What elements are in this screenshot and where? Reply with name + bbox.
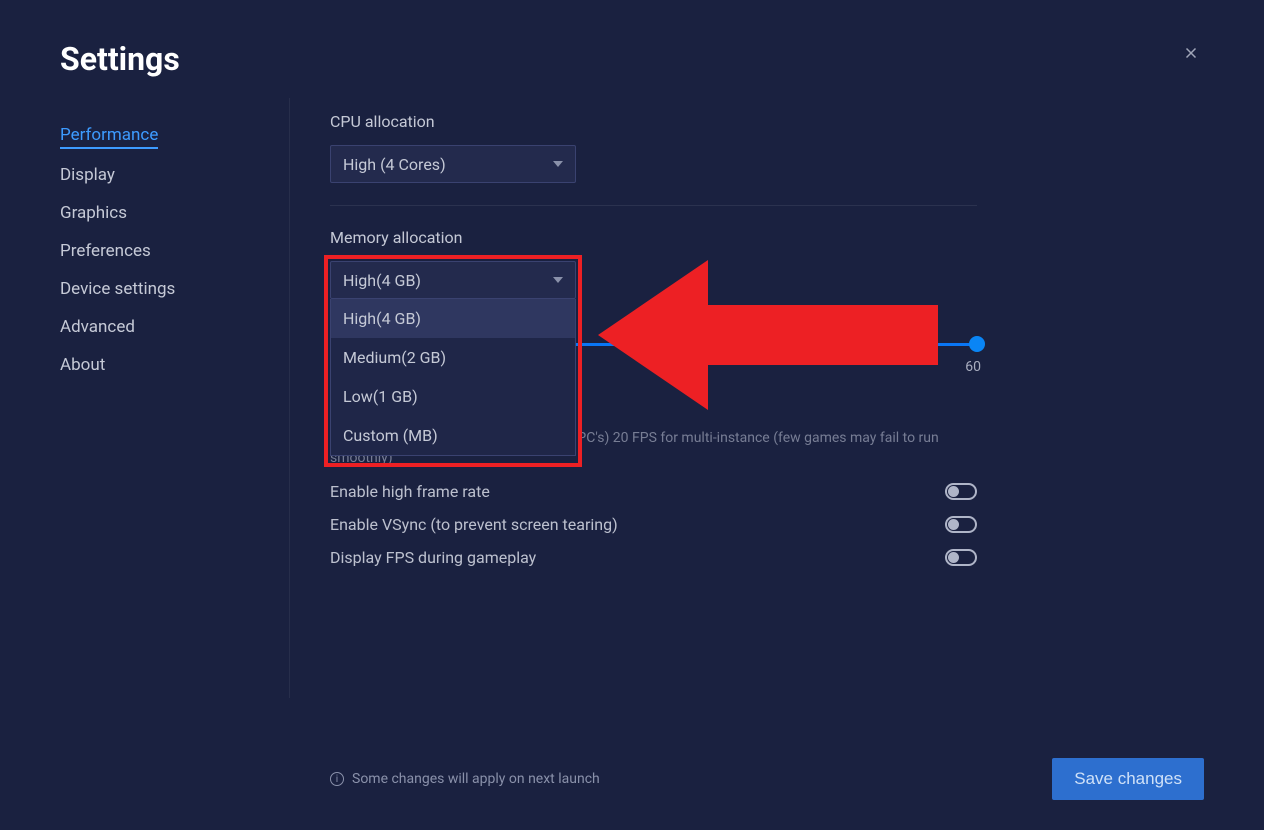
chevron-down-icon xyxy=(553,277,563,283)
fps-slider-max-label: 60 xyxy=(965,359,981,375)
memory-option-medium[interactable]: Medium(2 GB) xyxy=(331,338,575,377)
toggle-vsync[interactable] xyxy=(945,516,977,533)
close-button[interactable] xyxy=(1178,40,1204,72)
close-icon xyxy=(1182,44,1200,62)
footer-note: i Some changes will apply on next launch xyxy=(330,771,600,787)
cpu-allocation-label: CPU allocation xyxy=(330,112,1204,131)
toggle-fps-label: Display FPS during gameplay xyxy=(330,548,536,567)
sidebar-item-about[interactable]: About xyxy=(60,346,289,384)
info-icon: i xyxy=(330,772,344,786)
toggle-hfr-label: Enable high frame rate xyxy=(330,482,490,501)
footer-note-text: Some changes will apply on next launch xyxy=(352,771,600,787)
toggle-fps[interactable] xyxy=(945,549,977,566)
divider xyxy=(330,205,977,206)
memory-option-high[interactable]: High(4 GB) xyxy=(331,299,575,338)
sidebar-item-graphics[interactable]: Graphics xyxy=(60,194,289,232)
cpu-allocation-select[interactable]: High (4 Cores) xyxy=(330,145,576,183)
sidebar-item-device-settings[interactable]: Device settings xyxy=(60,270,289,308)
sidebar-item-preferences[interactable]: Preferences xyxy=(60,232,289,270)
sidebar: Performance Display Graphics Preferences… xyxy=(60,98,290,698)
sidebar-item-performance[interactable]: Performance xyxy=(60,116,158,149)
memory-option-low[interactable]: Low(1 GB) xyxy=(331,377,575,416)
memory-allocation-dropdown: High(4 GB) Medium(2 GB) Low(1 GB) Custom… xyxy=(330,299,576,456)
chevron-down-icon xyxy=(553,161,563,167)
memory-option-custom[interactable]: Custom (MB) xyxy=(331,416,575,455)
toggle-vsync-label: Enable VSync (to prevent screen tearing) xyxy=(330,515,618,534)
page-title: Settings xyxy=(60,40,180,78)
memory-allocation-value: High(4 GB) xyxy=(343,271,421,290)
sidebar-item-display[interactable]: Display xyxy=(60,156,289,194)
sidebar-item-advanced[interactable]: Advanced xyxy=(60,308,289,346)
cpu-allocation-value: High (4 Cores) xyxy=(343,155,446,174)
memory-allocation-label: Memory allocation xyxy=(330,228,1204,247)
fps-slider-thumb[interactable] xyxy=(969,336,985,352)
main-panel: CPU allocation High (4 Cores) Memory all… xyxy=(290,98,1204,698)
memory-allocation-select[interactable]: High(4 GB) xyxy=(330,261,576,299)
save-changes-button[interactable]: Save changes xyxy=(1052,758,1204,800)
toggle-hfr[interactable] xyxy=(945,483,977,500)
